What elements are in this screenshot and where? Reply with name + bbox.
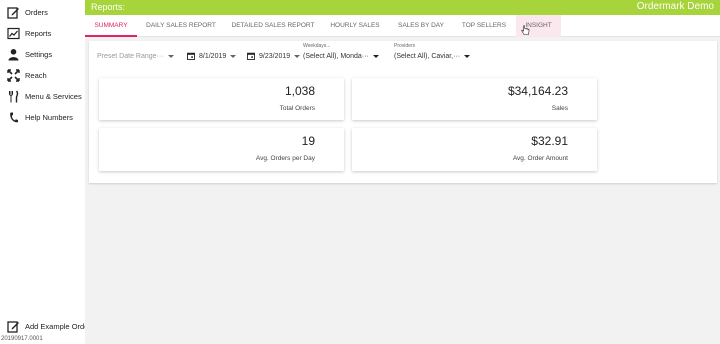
sales-card: $34,164.23 Sales (352, 78, 597, 120)
person-icon (6, 48, 20, 62)
avg-orders-per-day-label: Avg. Orders per Day (255, 155, 315, 162)
weekdays-select[interactable]: Weekdays... (Select All), Monda··· (303, 43, 379, 60)
tab-summary[interactable]: SUMMARY (85, 15, 137, 37)
main-area: Reports: Ordermark Demo SUMMARY DAILY SA… (85, 0, 720, 344)
header-bar: Reports: Ordermark Demo (85, 0, 720, 15)
tab-top-sellers[interactable]: TOP SELLERS (459, 15, 509, 37)
sidebar-item-settings[interactable]: Settings (0, 44, 85, 65)
hand-cursor-icon (521, 25, 530, 35)
reports-icon (6, 27, 20, 41)
utensils-icon (6, 90, 20, 104)
phone-icon (6, 111, 20, 125)
page-title: Reports: (91, 2, 126, 12)
preset-date-range-select[interactable]: Preset Date Range··· (97, 53, 174, 60)
sidebar-item-reports[interactable]: Reports (0, 23, 85, 44)
total-orders-label: Total Orders (279, 105, 315, 112)
sidebar-item-reach[interactable]: Reach (0, 65, 85, 86)
orders-icon (6, 6, 20, 20)
weekdays-caption: Weekdays... (303, 43, 331, 49)
chevron-down-icon (294, 54, 301, 58)
sidebar-item-help-numbers[interactable]: Help Numbers (0, 107, 85, 128)
edit-icon (6, 320, 20, 334)
avg-orders-per-day-value: 19 (301, 134, 315, 148)
total-orders-value: 1,038 (284, 84, 315, 98)
providers-select[interactable]: Providers (Select All), Caviar,··· (394, 43, 471, 60)
tab-daily-sales-report[interactable]: DAILY SALES REPORT (141, 15, 221, 37)
sales-value: $34,164.23 (507, 84, 568, 98)
chevron-down-icon (167, 54, 174, 58)
reach-icon (6, 69, 20, 83)
avg-order-amount-value: $32.91 (531, 134, 568, 148)
tab-hourly-sales[interactable]: HOURLY SALES (325, 15, 385, 37)
sidebar-item-label: Help Numbers (25, 113, 73, 122)
start-date-picker[interactable]: 8/1/2019 (187, 52, 237, 60)
sidebar-item-menu-services[interactable]: Menu & Services (0, 86, 85, 107)
chevron-down-icon (372, 54, 379, 58)
add-example-order-label: Add Example Order (25, 322, 91, 331)
sidebar-item-label: Orders (25, 8, 48, 17)
tab-sales-by-day[interactable]: SALES BY DAY (394, 15, 448, 37)
add-example-order-button[interactable]: Add Example Order (0, 316, 91, 337)
total-orders-card: 1,038 Total Orders (99, 78, 344, 120)
calendar-icon (247, 52, 255, 60)
chevron-down-icon (230, 54, 237, 58)
tab-detailed-sales-report[interactable]: DETAILED SALES REPORT (228, 15, 318, 37)
report-tabs: SUMMARY DAILY SALES REPORT DETAILED SALE… (85, 15, 720, 37)
end-date-picker[interactable]: 9/23/2019 (247, 52, 301, 60)
sidebar-item-orders[interactable]: Orders (0, 2, 85, 23)
providers-caption: Providers (394, 43, 416, 49)
avg-order-amount-label: Avg. Order Amount (512, 155, 568, 162)
avg-orders-per-day-card: 19 Avg. Orders per Day (99, 128, 344, 171)
summary-panel: Preset Date Range··· 8/1/2019 9/23/2019 … (89, 41, 717, 183)
sales-label: Sales (551, 105, 568, 112)
sidebar-item-label: Menu & Services (25, 92, 82, 101)
brand-name: Ordermark Demo (636, 1, 714, 12)
sidebar-item-label: Settings (25, 50, 53, 59)
sidebar: Orders Reports Settings Reach Menu & Ser… (0, 0, 91, 344)
calendar-icon (187, 52, 195, 60)
avg-order-amount-card: $32.91 Avg. Order Amount (352, 128, 597, 171)
chevron-down-icon (464, 54, 471, 58)
sidebar-item-label: Reach (25, 71, 47, 80)
sidebar-item-label: Reports (25, 29, 52, 38)
version-label: 20190917.0001 (1, 336, 43, 342)
